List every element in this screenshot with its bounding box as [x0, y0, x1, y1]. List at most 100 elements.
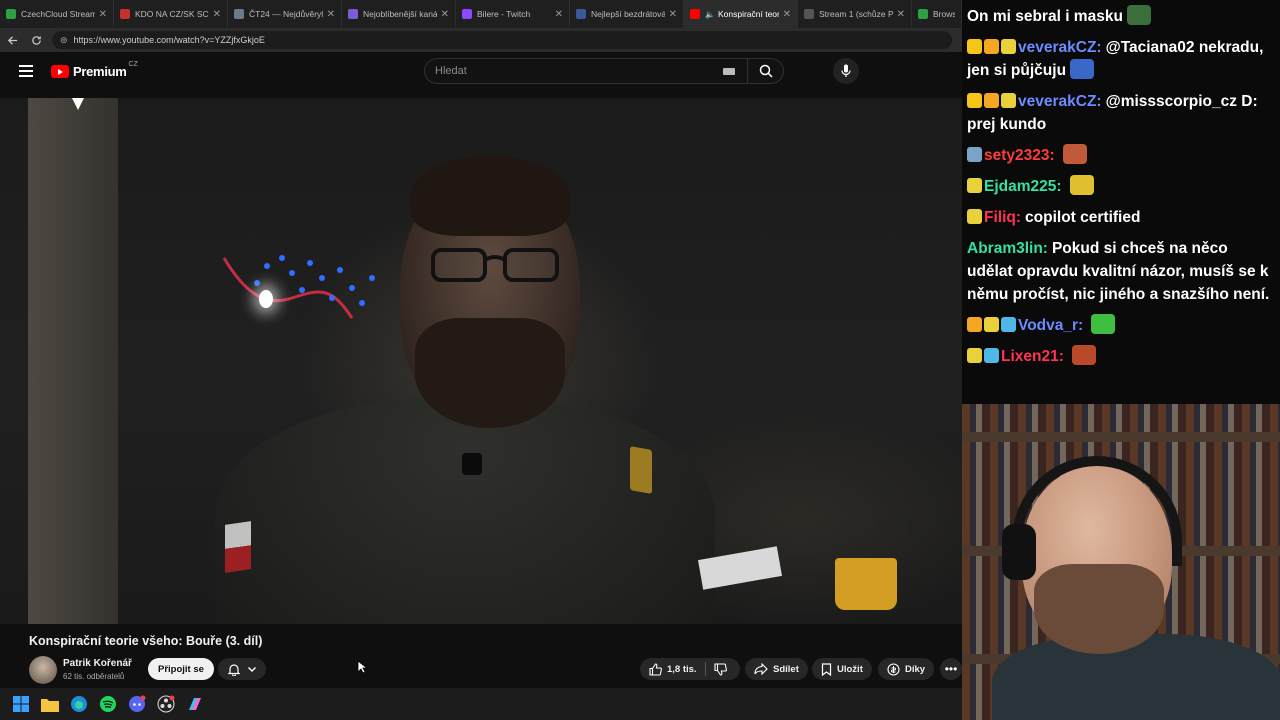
mouse-cursor-icon	[357, 660, 367, 674]
back-icon[interactable]	[0, 28, 24, 52]
tab-close-icon[interactable]: ✕	[99, 9, 107, 20]
channel-name[interactable]: Patrik Kořenář	[63, 658, 132, 669]
tab-close-icon[interactable]: ✕	[897, 9, 905, 20]
chat-username[interactable]: Lixen21:	[1001, 348, 1064, 365]
youtube-logo[interactable]: Premium CZ	[51, 61, 138, 79]
like-count[interactable]: 1,8 tis.	[667, 664, 697, 675]
voice-search-button[interactable]	[833, 58, 859, 84]
tab-title: ČT24 — Nejdůvěryh	[249, 9, 323, 19]
chat-text: copilot certified	[1025, 209, 1141, 226]
chat-username[interactable]: Vodva_r:	[1018, 317, 1083, 334]
youtube-play-icon	[51, 65, 69, 78]
tab-title: Bilere - Twitch	[477, 9, 531, 19]
chat-message: Vodva_r:	[967, 314, 1274, 337]
chat-badge-icon	[984, 348, 999, 363]
thanks-label: Díky	[905, 663, 926, 675]
url-text: https://www.youtube.com/watch?v=YZZjfxGk…	[73, 35, 265, 45]
chat-username[interactable]: Ejdam225:	[984, 178, 1062, 195]
tab-favicon-icon	[576, 9, 586, 19]
browser-tab[interactable]: Stream 1 (schůze PS) ✕	[798, 0, 912, 28]
tab-title: Nejoblíbenější kaná	[363, 9, 437, 19]
channel-avatar[interactable]	[29, 656, 57, 684]
presenter-beard	[415, 318, 565, 428]
browser-tab[interactable]: ČT24 — Nejdůvěryh ✕	[228, 0, 342, 28]
browser-tab[interactable]: Browse	[912, 0, 962, 28]
chat-emote-icon	[1069, 175, 1094, 195]
reload-icon[interactable]	[24, 28, 48, 52]
browser-tab[interactable]: KDO NA CZ/SK SCÉNĚ ✕	[114, 0, 228, 28]
share-label: Sdílet	[773, 663, 799, 675]
tab-close-icon[interactable]: ✕	[213, 9, 221, 20]
chat-badge-icon	[967, 317, 982, 332]
mug-prop	[835, 558, 897, 610]
chat-username[interactable]: Filiq:	[984, 209, 1021, 226]
subscriber-count: 62 tis. odběratelů	[63, 672, 125, 681]
thanks-button[interactable]: Díky	[878, 658, 935, 680]
notification-button[interactable]	[218, 658, 266, 680]
browser-tab[interactable]: Nejlepší bezdrátová ✕	[570, 0, 684, 28]
chat-badge-icon	[967, 39, 982, 54]
chat-message: On mi sebral i masku	[967, 5, 1274, 28]
flag-patch	[225, 521, 251, 573]
presenter-glasses	[431, 248, 559, 282]
url-field[interactable]: ⊜ https://www.youtube.com/watch?v=YZZjfx…	[52, 31, 952, 49]
file-explorer-icon[interactable]	[39, 693, 61, 715]
video-player[interactable]	[0, 98, 962, 624]
keyboard-icon[interactable]	[723, 67, 735, 75]
tab-close-icon[interactable]: ✕	[327, 9, 335, 20]
share-button[interactable]: Sdílet	[745, 658, 808, 680]
thumbs-up-icon[interactable]	[649, 662, 662, 676]
edge-icon[interactable]	[68, 693, 90, 715]
browser-tab[interactable]: Bilere - Twitch ✕	[456, 0, 570, 28]
tab-title: CzechCloud Stream	[21, 9, 95, 19]
chat-username[interactable]: veverakCZ:	[1018, 93, 1102, 110]
tab-audio-icon[interactable]: 🔈	[705, 10, 715, 19]
chat-badge-icon	[984, 93, 999, 108]
search-input[interactable]	[425, 65, 723, 77]
chat-message: veverakCZ: @missscorpio_cz D: prej kundo	[967, 90, 1274, 136]
tab-close-icon[interactable]: ✕	[441, 9, 449, 20]
more-actions-button[interactable]: •••	[940, 658, 962, 680]
chat-username[interactable]: Abram3lin:	[967, 240, 1048, 257]
stream-chat: On mi sebral i masku veverakCZ: @Taciana02…	[962, 0, 1280, 404]
save-label: Uložit	[837, 663, 863, 675]
thumbs-down-icon[interactable]	[714, 662, 727, 676]
browser-tab[interactable]: 🔈 Konspirační teor ✕	[684, 0, 798, 28]
chat-emote-icon	[1071, 345, 1096, 365]
taskbar	[0, 688, 962, 720]
tab-favicon-icon	[234, 9, 244, 19]
chat-emote-icon	[1091, 314, 1116, 334]
shelf-board	[962, 432, 1280, 442]
chat-username[interactable]: veverakCZ:	[1018, 39, 1102, 56]
more-icon: •••	[944, 662, 958, 676]
search-button[interactable]	[747, 59, 783, 83]
save-button[interactable]: Uložit	[812, 658, 872, 680]
browser-tab[interactable]: CzechCloud Stream ✕	[0, 0, 114, 28]
copilot-icon[interactable]	[184, 693, 206, 715]
join-button[interactable]: Připojit se	[148, 658, 214, 680]
spotify-icon[interactable]	[97, 693, 119, 715]
share-icon	[754, 663, 768, 675]
tab-close-icon[interactable]: ✕	[669, 9, 677, 20]
menu-icon[interactable]	[19, 65, 33, 77]
streamer-webcam	[962, 404, 1280, 720]
like-separator	[704, 662, 706, 676]
lapel-microphone	[462, 453, 482, 475]
browser-tab[interactable]: Nejoblíbenější kaná ✕	[342, 0, 456, 28]
chat-message: veverakCZ: @Taciana02 nekradu, jen si půj…	[967, 36, 1274, 82]
tab-favicon-icon	[918, 9, 928, 19]
chat-badge-icon	[967, 178, 982, 193]
tab-favicon-icon	[6, 9, 16, 19]
streamer-body	[992, 634, 1280, 720]
chat-emote-icon	[1126, 5, 1151, 25]
tab-close-icon[interactable]: ✕	[555, 9, 563, 20]
like-dislike-group: 1,8 tis.	[640, 658, 740, 680]
site-info-icon[interactable]: ⊜	[60, 35, 68, 46]
tab-close-icon[interactable]: ✕	[783, 9, 791, 20]
discord-icon[interactable]	[126, 693, 148, 715]
screen: CzechCloud Stream✕KDO NA CZ/SK SCÉNĚ✕ČT2…	[0, 0, 1280, 720]
windows-icon[interactable]	[10, 693, 32, 715]
logo-region: CZ	[128, 61, 138, 68]
chat-username[interactable]: sety2323:	[984, 147, 1055, 164]
obs-icon[interactable]	[155, 693, 177, 715]
